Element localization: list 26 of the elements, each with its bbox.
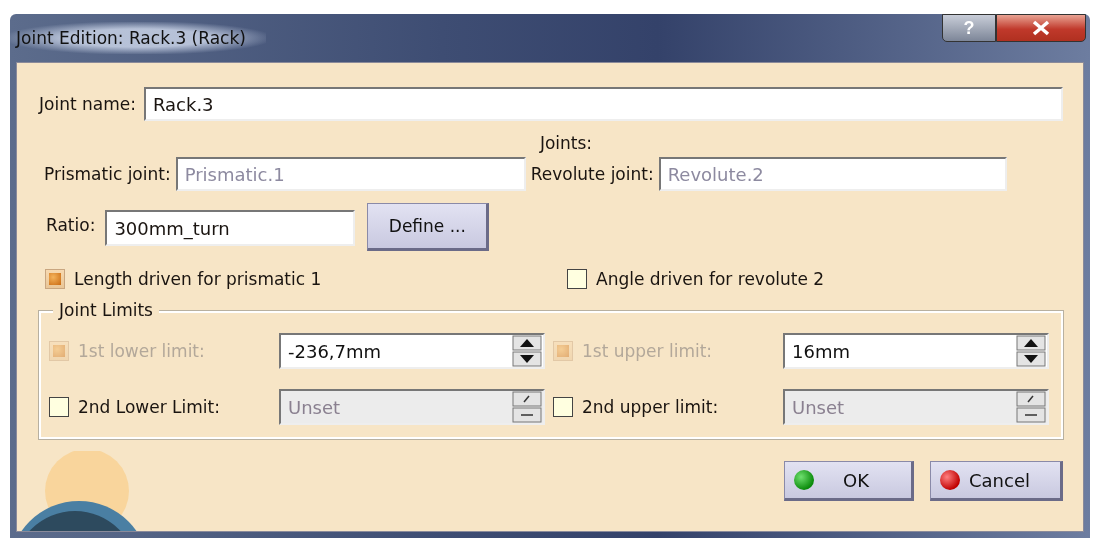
checkbox-label: 2nd upper limit: [582,397,719,417]
checkbox[interactable] [45,269,65,289]
joint-name-label: Joint name: [39,94,136,114]
joints-heading: Joints: [538,133,594,153]
ball-icon [939,469,961,491]
prismatic-joint-label: Prismatic joint: [44,164,171,184]
checkbox[interactable] [553,397,573,417]
joint-name-field[interactable]: Rack.3 [143,87,1063,121]
window-title: Joint Edition: Rack.3 (Rack) [10,22,266,54]
ok-button[interactable]: OK [784,461,914,501]
checkbox[interactable] [49,397,69,417]
revolute-joint-label: Revolute joint: [530,164,654,184]
ratio-field[interactable]: 300mm_turn [105,210,356,246]
checkbox-label: Angle driven for revolute 2 [596,269,825,289]
checkbox-label: 1st upper limit: [582,341,713,361]
cancel-button[interactable]: Cancel [930,461,1063,501]
checkbox-label: 2nd Lower Limit: [78,397,220,417]
checkbox[interactable] [567,269,587,289]
ratio-label: Ratio: [46,215,96,235]
ball-icon [793,469,815,491]
close-button[interactable] [996,14,1086,42]
close-icon [1030,20,1052,36]
checkbox-label: Length driven for prismatic 1 [74,269,322,289]
group-title: Joint Limits [53,300,159,320]
checkbox-label: 1st lower limit: [78,341,205,361]
define-button[interactable]: Define ... [367,203,490,251]
